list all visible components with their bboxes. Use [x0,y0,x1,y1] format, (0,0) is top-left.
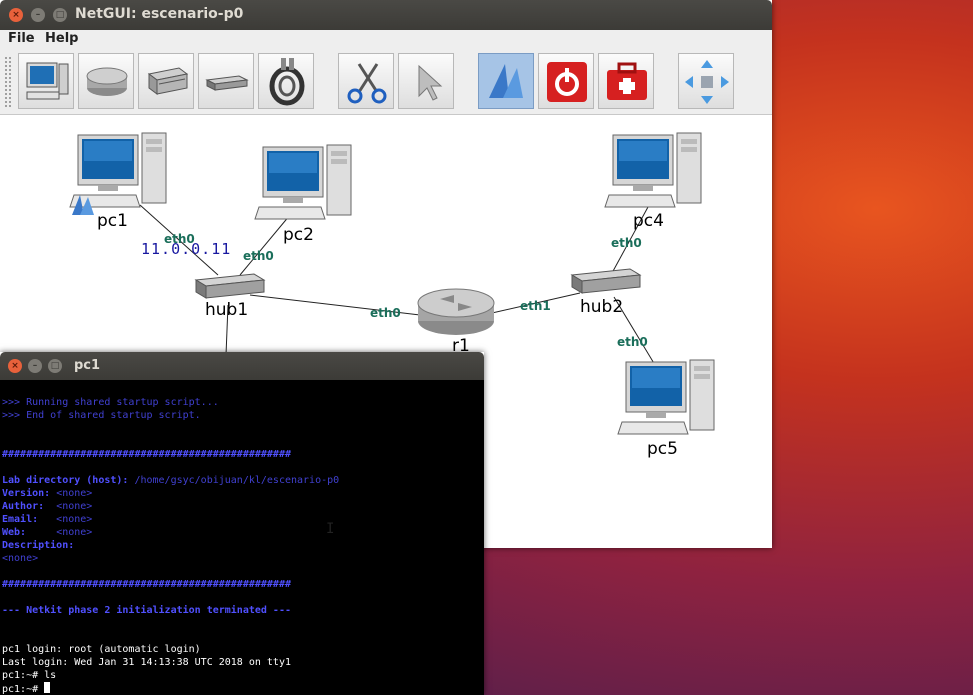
maximize-window-button[interactable]: □ [53,8,67,22]
start-icon [489,64,523,98]
r1-eth0-label: eth0 [370,306,401,320]
cable-icon [269,58,305,106]
minimize-window-button[interactable]: – [31,8,45,22]
term-line: pc1 login: root (automatic login) [2,644,201,655]
toolbar-grip[interactable] [4,56,12,108]
terminal-tool-button[interactable] [18,53,74,109]
window-title: NetGUI: escenario-p0 [75,6,244,22]
router-tool-button[interactable] [78,53,134,109]
term-line: Lab directory (host): /home/gsyc/obijuan… [2,475,340,486]
hub-icon [205,75,249,91]
term-separator: ########################################… [2,449,291,460]
toolbox-tool-button[interactable] [598,53,654,109]
pc2-label: pc2 [283,225,314,245]
term-line: pc1:~# ls [2,670,57,681]
toolbar [0,50,772,115]
router-icon [86,67,128,96]
terminal-title: pc1 [74,358,101,373]
cut-tool-button[interactable] [338,53,394,109]
pc1-node-icon [69,132,167,208]
term-line: --- Netkit phase 2 initialization termin… [2,605,291,616]
cable-tool-button[interactable] [258,53,314,109]
switch-icon [147,67,189,95]
pc4-eth0-label: eth0 [611,236,642,250]
hub1-label: hub1 [205,300,249,320]
close-window-button[interactable]: × [9,8,23,22]
term-separator: ########################################… [2,579,291,590]
term-line: Description: [2,540,75,551]
pc2-node-icon [254,144,352,220]
move-tool-button[interactable] [678,53,734,109]
computer-icon [26,62,69,100]
term-prompt[interactable]: pc1:~# [2,682,51,695]
terminal-maximize-button[interactable]: □ [48,359,62,373]
terminal-close-button[interactable]: × [8,359,22,373]
stop-tool-button[interactable] [538,53,594,109]
text-cursor-icon: I [326,521,335,537]
pc5-eth0-label: eth0 [617,335,648,349]
pc4-label: pc4 [633,211,664,231]
hub1-node-icon [195,273,265,299]
hub-tool-button[interactable] [198,53,254,109]
pc1-label: pc1 [97,211,128,231]
toolbox-icon [607,62,647,100]
term-line: >>> Running shared startup script... [2,397,219,408]
netgui-titlebar[interactable]: × – □ NetGUI: escenario-p0 [0,0,772,30]
terminal-titlebar[interactable]: × – □ pc1 [0,352,484,380]
terminal-minimize-button[interactable]: – [28,359,42,373]
start-tool-button[interactable] [478,53,534,109]
pc1-ip-label: 11.0.0.11 [141,240,232,258]
r1-node-icon [417,288,495,335]
term-line: Email: <none> [2,514,93,525]
pointer-icon [418,64,443,101]
menu-help[interactable]: Help [45,31,78,46]
move-icon [685,60,729,104]
hub2-label: hub2 [580,297,624,317]
terminal-output[interactable]: >>> Running shared startup script... >>>… [0,380,484,695]
pc2-eth0-label: eth0 [243,249,274,263]
switch-tool-button[interactable] [138,53,194,109]
term-line: Last login: Wed Jan 31 14:13:38 UTC 2018… [2,657,291,668]
terminal-window: × – □ pc1 >>> Running shared startup scr… [0,352,484,695]
pc5-node-icon [617,359,715,435]
term-line: <none> [2,553,39,564]
menubar: File Help [0,30,772,50]
menu-file[interactable]: File [8,31,35,46]
select-tool-button[interactable] [398,53,454,109]
term-line: Web: <none> [2,527,93,538]
term-line: >>> End of shared startup script. [2,410,201,421]
hub2-node-icon [571,268,641,294]
term-line: Author: <none> [2,501,93,512]
power-icon [547,62,587,102]
terminal-cursor [44,682,51,693]
pc5-label: pc5 [647,439,678,459]
scissors-icon [347,63,387,104]
term-line: Version: <none> [2,488,93,499]
pc4-node-icon [604,132,702,208]
r1-eth1-label: eth1 [520,299,551,313]
